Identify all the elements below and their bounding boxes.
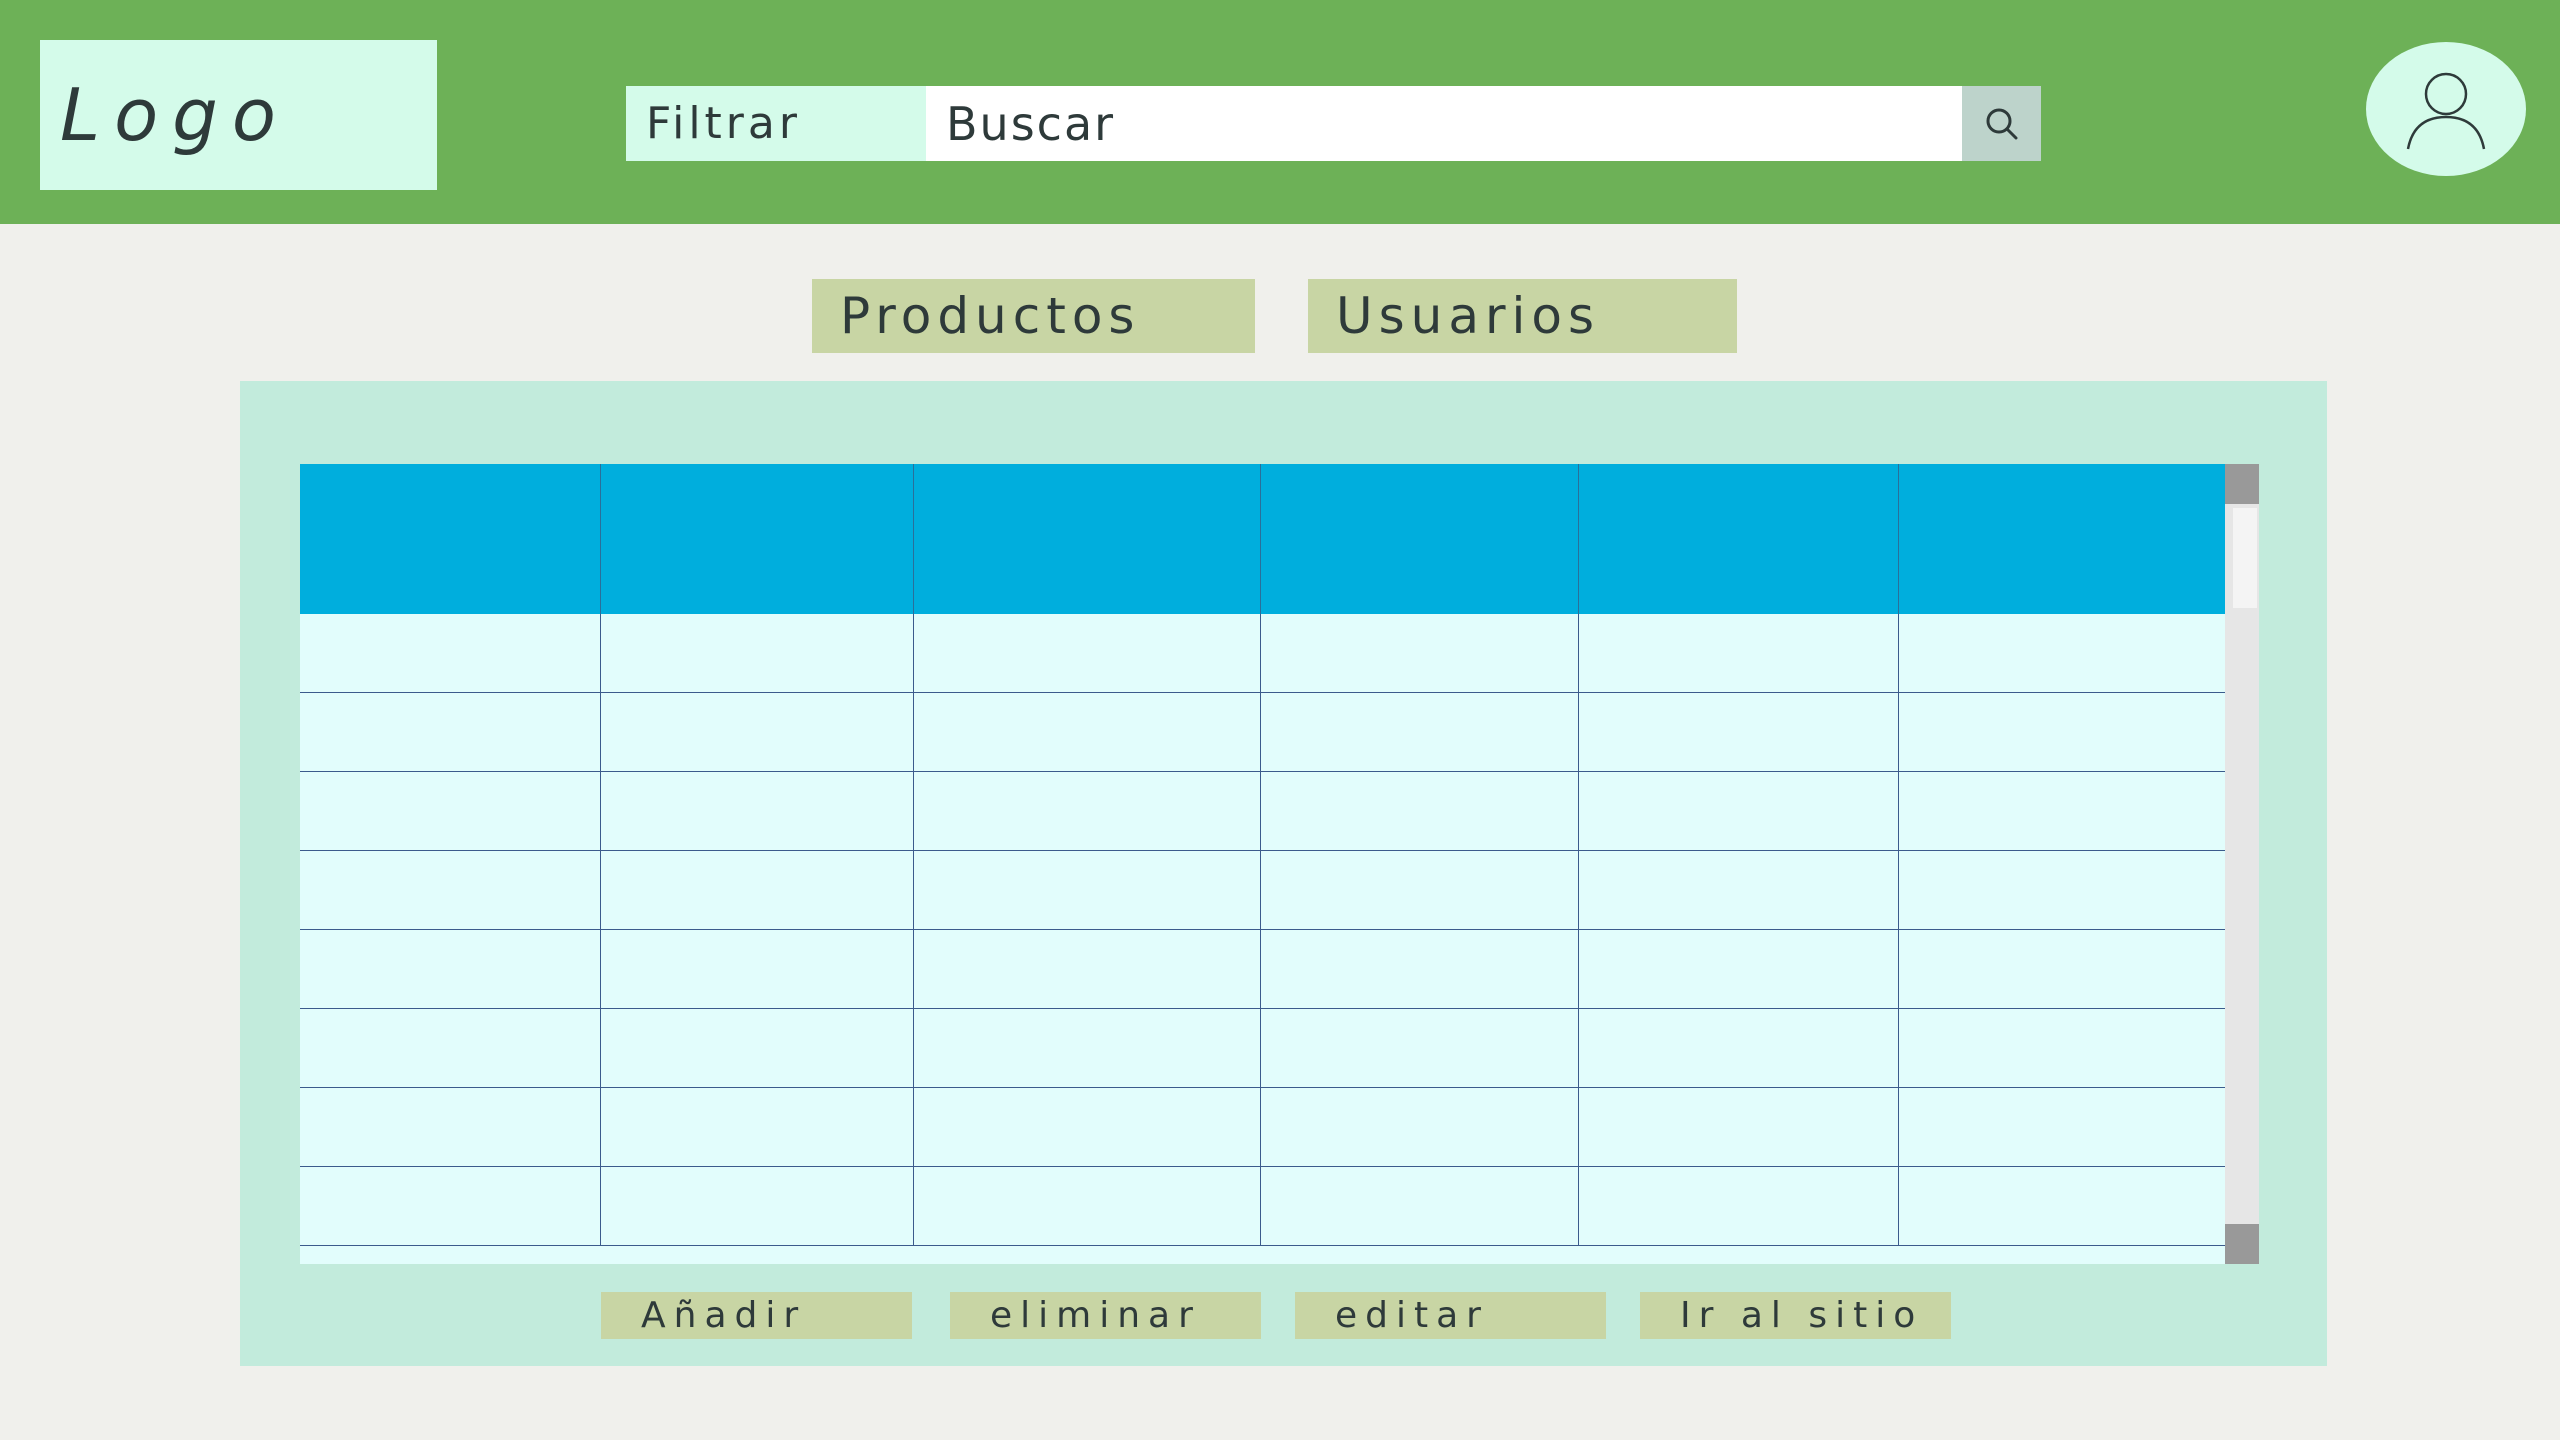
table-cell bbox=[300, 1008, 601, 1088]
table-cell bbox=[1578, 692, 1899, 772]
search-icon bbox=[1986, 108, 2017, 139]
table-row[interactable] bbox=[300, 850, 2225, 930]
table-cell bbox=[1260, 692, 1579, 772]
table-header-row bbox=[300, 464, 2225, 614]
table-cell bbox=[1578, 929, 1899, 1009]
table-cell bbox=[300, 929, 601, 1009]
table-cell bbox=[1260, 850, 1579, 930]
table-row[interactable] bbox=[300, 1087, 2225, 1167]
table-cell bbox=[300, 692, 601, 772]
table-row[interactable] bbox=[300, 771, 2225, 851]
table-cell bbox=[600, 850, 914, 930]
table-cell bbox=[300, 771, 601, 851]
tab-usuarios[interactable]: Usuarios bbox=[1308, 279, 1737, 353]
table-cell bbox=[1898, 614, 2225, 693]
table-cell bbox=[913, 1087, 1261, 1167]
table-cell bbox=[1260, 929, 1579, 1009]
data-table-container bbox=[300, 464, 2225, 1264]
scroll-thumb[interactable] bbox=[2233, 508, 2257, 608]
add-button[interactable]: Añadir bbox=[601, 1292, 912, 1339]
tab-productos[interactable]: Productos bbox=[812, 279, 1255, 353]
table-cell bbox=[1898, 1087, 2225, 1167]
table-cell bbox=[1898, 1008, 2225, 1088]
table-cell bbox=[913, 1008, 1261, 1088]
table-cell bbox=[1260, 614, 1579, 693]
table-header-cell[interactable] bbox=[1260, 464, 1579, 614]
table-cell bbox=[1578, 1166, 1899, 1246]
table-header-cell[interactable] bbox=[1898, 464, 2225, 614]
table-cell bbox=[1898, 1166, 2225, 1246]
table-cell bbox=[1578, 1087, 1899, 1167]
table-cell bbox=[600, 1166, 914, 1246]
table-cell bbox=[1898, 850, 2225, 930]
table-cell bbox=[1578, 850, 1899, 930]
scroll-up-button[interactable] bbox=[2225, 464, 2259, 504]
user-icon bbox=[2406, 72, 2486, 150]
table-cell bbox=[600, 771, 914, 851]
table-cell bbox=[1898, 771, 2225, 851]
table-cell bbox=[300, 614, 601, 693]
table-cell bbox=[300, 850, 601, 930]
filter-button[interactable]: Filtrar bbox=[626, 86, 926, 161]
table-header-cell[interactable] bbox=[300, 464, 601, 614]
table-header-cell[interactable] bbox=[600, 464, 914, 614]
table-cell bbox=[300, 1166, 601, 1246]
table-scrollbar[interactable] bbox=[2225, 464, 2259, 1264]
table-cell bbox=[600, 614, 914, 693]
table-row[interactable] bbox=[300, 614, 2225, 693]
table-cell bbox=[600, 1087, 914, 1167]
data-table bbox=[300, 464, 2225, 1246]
table-cell bbox=[1578, 771, 1899, 851]
table-cell bbox=[1578, 614, 1899, 693]
table-cell bbox=[913, 692, 1261, 772]
table-row[interactable] bbox=[300, 692, 2225, 772]
edit-button[interactable]: editar bbox=[1295, 1292, 1606, 1339]
table-cell bbox=[1578, 1008, 1899, 1088]
table-cell bbox=[1260, 1087, 1579, 1167]
table-cell bbox=[600, 1008, 914, 1088]
table-cell bbox=[600, 692, 914, 772]
table-cell bbox=[1898, 929, 2225, 1009]
table-cell bbox=[913, 614, 1261, 693]
table-row[interactable] bbox=[300, 1166, 2225, 1246]
table-header-cell[interactable] bbox=[1578, 464, 1899, 614]
user-avatar[interactable] bbox=[2366, 42, 2526, 176]
table-row[interactable] bbox=[300, 1008, 2225, 1088]
scroll-down-button[interactable] bbox=[2225, 1224, 2259, 1264]
table-cell bbox=[1260, 1008, 1579, 1088]
table-header-cell[interactable] bbox=[913, 464, 1261, 614]
table-cell bbox=[1260, 771, 1579, 851]
table-cell bbox=[913, 850, 1261, 930]
delete-button[interactable]: eliminar bbox=[950, 1292, 1261, 1339]
search-button[interactable] bbox=[1962, 86, 2041, 161]
logo[interactable]: Logo bbox=[40, 40, 437, 190]
search-input[interactable] bbox=[926, 86, 1962, 161]
go-to-site-button[interactable]: Ir al sitio bbox=[1640, 1292, 1951, 1339]
table-cell bbox=[1898, 692, 2225, 772]
table-cell bbox=[913, 1166, 1261, 1246]
top-bar: Logo Filtrar bbox=[0, 0, 2560, 224]
table-cell bbox=[300, 1087, 601, 1167]
table-cell bbox=[913, 771, 1261, 851]
table-cell bbox=[1260, 1166, 1579, 1246]
table-cell bbox=[913, 929, 1261, 1009]
table-cell bbox=[600, 929, 914, 1009]
table-row[interactable] bbox=[300, 929, 2225, 1009]
